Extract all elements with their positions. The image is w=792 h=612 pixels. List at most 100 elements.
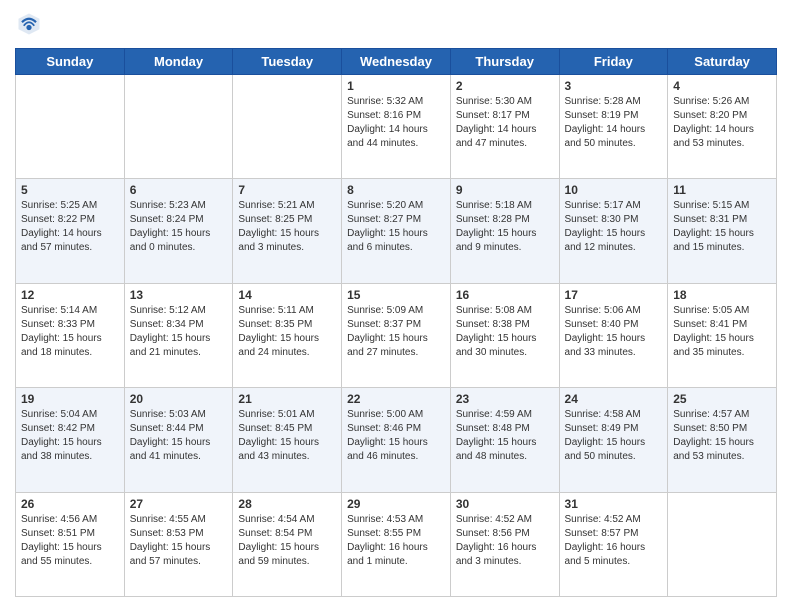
calendar-cell: 28Sunrise: 4:54 AMSunset: 8:54 PMDayligh… [233,492,342,596]
weekday-header-wednesday: Wednesday [342,49,451,75]
day-number: 23 [456,392,554,406]
calendar-cell [124,75,233,179]
day-number: 18 [673,288,771,302]
day-number: 22 [347,392,445,406]
calendar-cell: 6Sunrise: 5:23 AMSunset: 8:24 PMDaylight… [124,179,233,283]
day-number: 7 [238,183,336,197]
day-number: 6 [130,183,228,197]
calendar-cell: 9 Sunrise: 5:18 AMSunset: 8:28 PMDaylight… [450,179,559,283]
calendar-cell [233,75,342,179]
day-info: Sunrise: 4:57 AMSunset: 8:50 PMDaylight:… [673,408,771,464]
weekday-header-friday: Friday [559,49,668,75]
logo-icon [15,10,43,38]
calendar-cell [16,75,125,179]
day-info: Sunrise: 5:00 AMSunset: 8:46 PMDaylight:… [347,408,445,464]
calendar-cell: 23 Sunrise: 4:59 AMSunset: 8:48 PMDayligh… [450,388,559,492]
day-info: Sunrise: 4:54 AMSunset: 8:54 PMDaylight:… [238,513,336,569]
week-row-3: 12 Sunrise: 5:14 AMSunset: 8:33 PMDayligh… [16,283,777,387]
week-row-1: 1Sunrise: 5:32 AMSunset: 8:16 PMDaylight… [16,75,777,179]
day-number: 13 [130,288,228,302]
calendar-cell: 25 Sunrise: 4:57 AMSunset: 8:50 PMDayligh… [668,388,777,492]
day-number: 17 [565,288,663,302]
calendar-cell: 24 Sunrise: 4:58 AMSunset: 8:49 PMDayligh… [559,388,668,492]
day-info: Sunrise: 5:15 AMSunset: 8:31 PMDaylight:… [673,199,771,255]
calendar-cell: 26 Sunrise: 4:56 AMSunset: 8:51 PMDayligh… [16,492,125,596]
header [15,10,777,38]
day-info: Sunrise: 4:56 AMSunset: 8:51 PMDaylight:… [21,513,119,569]
calendar-cell: 18 Sunrise: 5:05 AMSunset: 8:41 PMDayligh… [668,283,777,387]
day-number: 21 [238,392,336,406]
day-info: Sunrise: 5:11 AMSunset: 8:35 PMDaylight:… [238,304,336,360]
calendar-cell: 16 Sunrise: 5:08 AMSunset: 8:38 PMDayligh… [450,283,559,387]
weekday-header-row: SundayMondayTuesdayWednesdayThursdayFrid… [16,49,777,75]
page: SundayMondayTuesdayWednesdayThursdayFrid… [0,0,792,612]
calendar-cell: 27Sunrise: 4:55 AMSunset: 8:53 PMDayligh… [124,492,233,596]
day-info: Sunrise: 5:03 AMSunset: 8:44 PMDaylight:… [130,408,228,464]
calendar-cell: 20 Sunrise: 5:03 AMSunset: 8:44 PMDayligh… [124,388,233,492]
weekday-header-saturday: Saturday [668,49,777,75]
day-number: 9 [456,183,554,197]
day-info: Sunrise: 5:18 AMSunset: 8:28 PMDaylight:… [456,199,554,255]
calendar-cell: 15Sunrise: 5:09 AMSunset: 8:37 PMDayligh… [342,283,451,387]
day-info: Sunrise: 5:30 AMSunset: 8:17 PMDaylight:… [456,95,554,151]
day-number: 24 [565,392,663,406]
day-info: Sunrise: 5:21 AMSunset: 8:25 PMDaylight:… [238,199,336,255]
calendar-cell: 19 Sunrise: 5:04 AMSunset: 8:42 PMDayligh… [16,388,125,492]
day-info: Sunrise: 4:53 AMSunset: 8:55 PMDaylight:… [347,513,445,569]
day-info: Sunrise: 5:04 AMSunset: 8:42 PMDaylight:… [21,408,119,464]
day-info: Sunrise: 5:32 AMSunset: 8:16 PMDaylight:… [347,95,445,151]
calendar-cell [668,492,777,596]
weekday-header-sunday: Sunday [16,49,125,75]
calendar-table: SundayMondayTuesdayWednesdayThursdayFrid… [15,48,777,597]
calendar-cell: 8Sunrise: 5:20 AMSunset: 8:27 PMDaylight… [342,179,451,283]
day-info: Sunrise: 4:52 AMSunset: 8:57 PMDaylight:… [565,513,663,569]
calendar-cell: 13 Sunrise: 5:12 AMSunset: 8:34 PMDayligh… [124,283,233,387]
weekday-header-monday: Monday [124,49,233,75]
day-number: 29 [347,497,445,511]
day-info: Sunrise: 4:55 AMSunset: 8:53 PMDaylight:… [130,513,228,569]
day-number: 2 [456,79,554,93]
day-info: Sunrise: 4:58 AMSunset: 8:49 PMDaylight:… [565,408,663,464]
calendar-cell: 14 Sunrise: 5:11 AMSunset: 8:35 PMDayligh… [233,283,342,387]
calendar-cell: 17 Sunrise: 5:06 AMSunset: 8:40 PMDayligh… [559,283,668,387]
day-number: 25 [673,392,771,406]
calendar-cell: 12 Sunrise: 5:14 AMSunset: 8:33 PMDayligh… [16,283,125,387]
day-info: Sunrise: 5:06 AMSunset: 8:40 PMDaylight:… [565,304,663,360]
day-number: 26 [21,497,119,511]
day-number: 12 [21,288,119,302]
day-number: 4 [673,79,771,93]
day-number: 20 [130,392,228,406]
weekday-header-tuesday: Tuesday [233,49,342,75]
day-number: 30 [456,497,554,511]
day-number: 31 [565,497,663,511]
day-info: Sunrise: 5:08 AMSunset: 8:38 PMDaylight:… [456,304,554,360]
calendar-cell: 21Sunrise: 5:01 AMSunset: 8:45 PMDayligh… [233,388,342,492]
calendar-cell: 30Sunrise: 4:52 AMSunset: 8:56 PMDayligh… [450,492,559,596]
day-info: Sunrise: 5:20 AMSunset: 8:27 PMDaylight:… [347,199,445,255]
calendar-cell: 1Sunrise: 5:32 AMSunset: 8:16 PMDaylight… [342,75,451,179]
logo [15,10,47,38]
day-number: 10 [565,183,663,197]
calendar-cell: 31 Sunrise: 4:52 AMSunset: 8:57 PMDayligh… [559,492,668,596]
day-info: Sunrise: 5:12 AMSunset: 8:34 PMDaylight:… [130,304,228,360]
day-info: Sunrise: 5:26 AMSunset: 8:20 PMDaylight:… [673,95,771,151]
day-info: Sunrise: 5:28 AMSunset: 8:19 PMDaylight:… [565,95,663,151]
day-info: Sunrise: 5:14 AMSunset: 8:33 PMDaylight:… [21,304,119,360]
day-number: 16 [456,288,554,302]
calendar-cell: 7 Sunrise: 5:21 AMSunset: 8:25 PMDaylight… [233,179,342,283]
day-number: 5 [21,183,119,197]
day-info: Sunrise: 5:05 AMSunset: 8:41 PMDaylight:… [673,304,771,360]
day-number: 3 [565,79,663,93]
week-row-2: 5Sunrise: 5:25 AMSunset: 8:22 PMDaylight… [16,179,777,283]
day-number: 11 [673,183,771,197]
calendar-cell: 29 Sunrise: 4:53 AMSunset: 8:55 PMDayligh… [342,492,451,596]
day-info: Sunrise: 4:59 AMSunset: 8:48 PMDaylight:… [456,408,554,464]
day-number: 14 [238,288,336,302]
calendar-cell: 3 Sunrise: 5:28 AMSunset: 8:19 PMDaylight… [559,75,668,179]
day-number: 19 [21,392,119,406]
day-info: Sunrise: 5:17 AMSunset: 8:30 PMDaylight:… [565,199,663,255]
week-row-4: 19 Sunrise: 5:04 AMSunset: 8:42 PMDayligh… [16,388,777,492]
weekday-header-thursday: Thursday [450,49,559,75]
day-number: 15 [347,288,445,302]
calendar-cell: 10 Sunrise: 5:17 AMSunset: 8:30 PMDayligh… [559,179,668,283]
